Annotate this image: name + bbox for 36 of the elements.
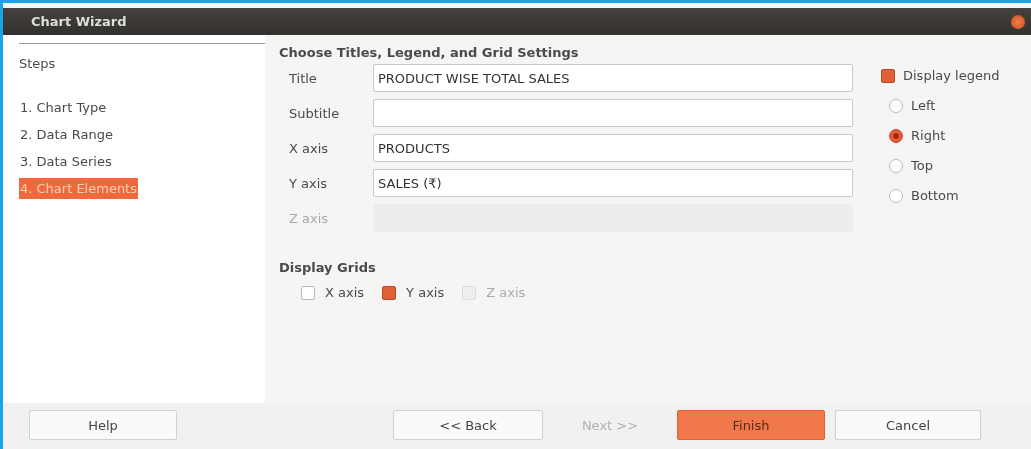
dialog-button[interactable]: << Back — [393, 410, 543, 440]
step-item[interactable]: 2. Data Range — [19, 124, 114, 145]
radio-button[interactable] — [889, 98, 903, 113]
step-item[interactable]: 1. Chart Type — [19, 97, 108, 118]
text-field[interactable]: PRODUCT WISE TOTAL SALES — [373, 64, 853, 92]
close-icon[interactable] — [1011, 14, 1025, 29]
field-label: X axis — [289, 140, 330, 156]
section-heading: Choose Titles, Legend, and Grid Settings — [279, 45, 579, 60]
text-field[interactable] — [373, 99, 853, 127]
field-label: Subtitle — [289, 105, 341, 121]
radio-label: Top — [911, 158, 933, 173]
step-item[interactable]: 3. Data Series — [19, 151, 113, 172]
radio-label: Bottom — [911, 188, 959, 203]
steps-heading: Steps — [19, 56, 56, 71]
dialog-button[interactable]: Cancel — [835, 410, 981, 440]
checkbox-label: Z axis — [486, 285, 526, 300]
section-heading: Display Grids — [279, 260, 376, 275]
dialog-button[interactable]: Finish — [677, 410, 825, 440]
checkbox-label: X axis — [325, 285, 365, 300]
radio-button[interactable] — [889, 128, 903, 143]
field-label: Title — [289, 70, 318, 86]
checkbox[interactable] — [382, 285, 397, 300]
radio-label: Left — [911, 98, 936, 113]
field-label: Z axis — [289, 210, 330, 226]
window-title: Chart Wizard — [31, 14, 127, 29]
radio-label: Right — [911, 128, 946, 143]
text-field[interactable]: PRODUCTS — [373, 134, 853, 162]
checkbox-label: Display legend — [903, 68, 1000, 83]
radio-button[interactable] — [889, 158, 903, 173]
checkbox[interactable] — [301, 285, 315, 300]
radio-button[interactable] — [889, 188, 903, 203]
checkbox[interactable] — [881, 68, 895, 83]
dialog-button[interactable]: Help — [29, 410, 177, 440]
checkbox-label: Y axis — [406, 285, 445, 300]
text-field[interactable]: SALES (₹) — [373, 169, 853, 197]
field-label: Y axis — [289, 175, 329, 191]
